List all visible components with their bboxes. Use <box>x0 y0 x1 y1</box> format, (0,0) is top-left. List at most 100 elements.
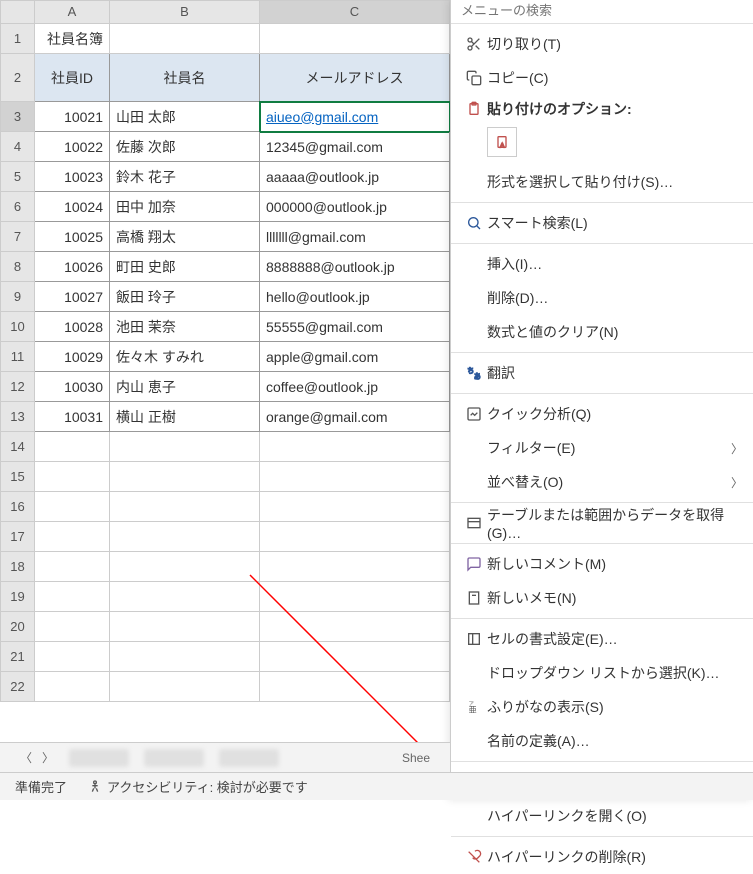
cell-c17[interactable] <box>260 522 450 552</box>
col-header-c[interactable]: C <box>260 0 450 24</box>
cell-c13[interactable]: orange@gmail.com <box>260 402 450 432</box>
menu-smart-lookup[interactable]: スマート検索(L) <box>451 206 753 240</box>
row-header[interactable]: 15 <box>0 462 35 492</box>
menu-delete[interactable]: 削除(D)… <box>451 281 753 315</box>
menu-insert[interactable]: 挿入(I)… <box>451 247 753 281</box>
cell-a15[interactable] <box>35 462 110 492</box>
cell-c15[interactable] <box>260 462 450 492</box>
cell-b18[interactable] <box>110 552 260 582</box>
tab-nav-next[interactable]: 〉 <box>42 749 54 766</box>
cell-a20[interactable] <box>35 612 110 642</box>
menu-open-hyperlink[interactable]: ハイパーリンクを開く(O) <box>451 799 753 833</box>
menu-format-cells[interactable]: セルの書式設定(E)… <box>451 622 753 656</box>
menu-sort[interactable]: 並べ替え(O)〉 <box>451 465 753 499</box>
row-header[interactable]: 9 <box>0 282 35 312</box>
cell-b13[interactable]: 横山 正樹 <box>110 402 260 432</box>
row-header[interactable]: 16 <box>0 492 35 522</box>
cell-b10[interactable]: 池田 茉奈 <box>110 312 260 342</box>
cell-b5[interactable]: 鈴木 花子 <box>110 162 260 192</box>
row-header[interactable]: 4 <box>0 132 35 162</box>
menu-remove-hyperlink[interactable]: ハイパーリンクの削除(R) <box>451 840 753 874</box>
cell-a6[interactable]: 10024 <box>35 192 110 222</box>
cell-c6[interactable]: 000000@outlook.jp <box>260 192 450 222</box>
sheet-tab-partial[interactable]: Shee <box>402 751 430 765</box>
menu-paste-special[interactable]: 形式を選択して貼り付け(S)… <box>451 165 753 199</box>
cell-a4[interactable]: 10022 <box>35 132 110 162</box>
cell-c4[interactable]: 12345@gmail.com <box>260 132 450 162</box>
sheet-tab-blurred[interactable] <box>219 749 279 767</box>
cell-a2[interactable]: 社員ID <box>35 54 110 102</box>
row-header[interactable]: 3 <box>0 102 35 132</box>
row-header[interactable]: 10 <box>0 312 35 342</box>
cell-b16[interactable] <box>110 492 260 522</box>
menu-furigana[interactable]: ア亜 ふりがなの表示(S) <box>451 690 753 724</box>
cell-b8[interactable]: 町田 史郎 <box>110 252 260 282</box>
cell-c1[interactable] <box>260 24 450 54</box>
cell-b22[interactable] <box>110 672 260 702</box>
cell-a11[interactable]: 10029 <box>35 342 110 372</box>
cell-a12[interactable]: 10030 <box>35 372 110 402</box>
cell-b6[interactable]: 田中 加奈 <box>110 192 260 222</box>
row-header[interactable]: 11 <box>0 342 35 372</box>
cell-a1[interactable]: 社員名簿 <box>35 24 110 54</box>
cell-b17[interactable] <box>110 522 260 552</box>
col-header-a[interactable]: A <box>35 0 110 24</box>
cell-b20[interactable] <box>110 612 260 642</box>
cell-c20[interactable] <box>260 612 450 642</box>
cell-c21[interactable] <box>260 642 450 672</box>
row-header[interactable]: 12 <box>0 372 35 402</box>
cell-c11[interactable]: apple@gmail.com <box>260 342 450 372</box>
cell-b15[interactable] <box>110 462 260 492</box>
cell-b12[interactable]: 内山 恵子 <box>110 372 260 402</box>
row-header[interactable]: 8 <box>0 252 35 282</box>
cell-a8[interactable]: 10026 <box>35 252 110 282</box>
cell-c2[interactable]: メールアドレス <box>260 54 450 102</box>
cell-c18[interactable] <box>260 552 450 582</box>
accessibility-status[interactable]: アクセシビリティ: 検討が必要です <box>87 777 308 796</box>
menu-new-comment[interactable]: 新しいコメント(M) <box>451 547 753 581</box>
cell-a17[interactable] <box>35 522 110 552</box>
cell-b14[interactable] <box>110 432 260 462</box>
cell-b11[interactable]: 佐々木 すみれ <box>110 342 260 372</box>
menu-quick-analysis[interactable]: クイック分析(Q) <box>451 397 753 431</box>
cell-c7[interactable]: lllllll@gmail.com <box>260 222 450 252</box>
cell-b2[interactable]: 社員名 <box>110 54 260 102</box>
cell-a18[interactable] <box>35 552 110 582</box>
row-header[interactable]: 1 <box>0 24 35 54</box>
cell-c8[interactable]: 8888888@outlook.jp <box>260 252 450 282</box>
cell-b1[interactable] <box>110 24 260 54</box>
menu-dropdown-select[interactable]: ドロップダウン リストから選択(K)… <box>451 656 753 690</box>
cell-b9[interactable]: 飯田 玲子 <box>110 282 260 312</box>
cell-b21[interactable] <box>110 642 260 672</box>
cell-c9[interactable]: hello@outlook.jp <box>260 282 450 312</box>
col-header-b[interactable]: B <box>110 0 260 24</box>
menu-clear[interactable]: 数式と値のクリア(N) <box>451 315 753 349</box>
cell-a9[interactable]: 10027 <box>35 282 110 312</box>
sheet-tab-blurred[interactable] <box>144 749 204 767</box>
menu-get-data[interactable]: テーブルまたは範囲からデータを取得(G)… <box>451 506 753 540</box>
row-header[interactable]: 18 <box>0 552 35 582</box>
row-header[interactable]: 19 <box>0 582 35 612</box>
cell-a7[interactable]: 10025 <box>35 222 110 252</box>
cell-a3[interactable]: 10021 <box>35 102 110 132</box>
select-all-corner[interactable] <box>0 0 35 24</box>
menu-define-name[interactable]: 名前の定義(A)… <box>451 724 753 758</box>
cell-c22[interactable] <box>260 672 450 702</box>
cell-a13[interactable]: 10031 <box>35 402 110 432</box>
cell-b3[interactable]: 山田 太郎 <box>110 102 260 132</box>
cell-a14[interactable] <box>35 432 110 462</box>
row-header[interactable]: 7 <box>0 222 35 252</box>
row-header[interactable]: 20 <box>0 612 35 642</box>
row-header[interactable]: 13 <box>0 402 35 432</box>
row-header[interactable]: 2 <box>0 54 35 102</box>
sheet-tab-blurred[interactable] <box>69 749 129 767</box>
menu-cut[interactable]: 切り取り(T) <box>451 27 753 61</box>
row-header[interactable]: 6 <box>0 192 35 222</box>
cell-c19[interactable] <box>260 582 450 612</box>
menu-new-note[interactable]: 新しいメモ(N) <box>451 581 753 615</box>
cell-a16[interactable] <box>35 492 110 522</box>
cell-a21[interactable] <box>35 642 110 672</box>
tab-nav-prev[interactable]: 〈 <box>20 749 32 766</box>
menu-translate[interactable]: ちあ 翻訳 <box>451 356 753 390</box>
cell-c5[interactable]: aaaaa@outlook.jp <box>260 162 450 192</box>
